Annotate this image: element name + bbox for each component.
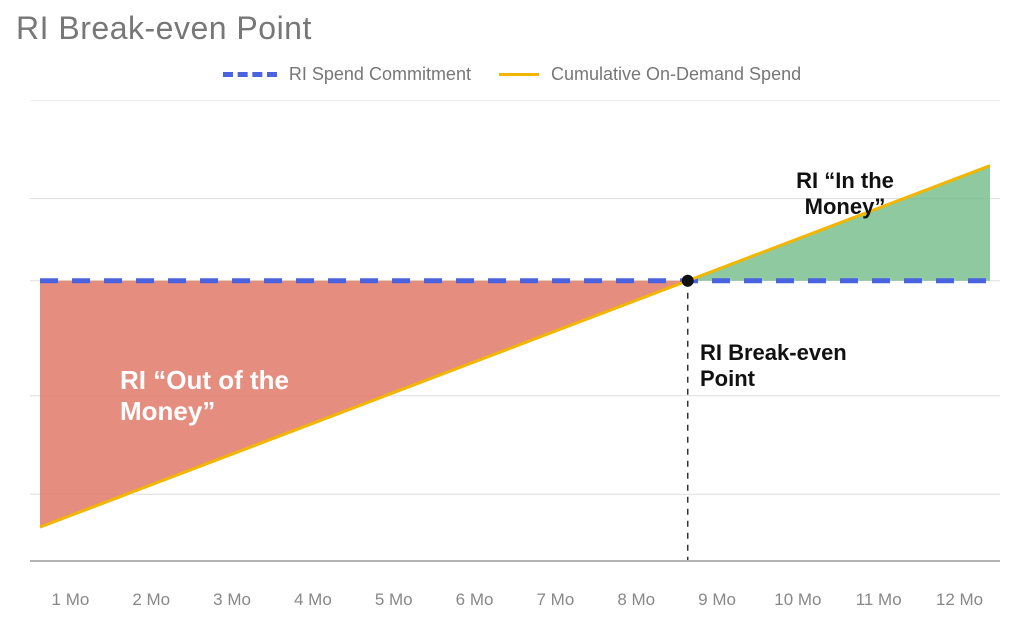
legend-item-ondemand: Cumulative On-Demand Spend	[499, 64, 801, 85]
x-tick-label: 9 Mo	[677, 590, 758, 610]
x-tick-label: 2 Mo	[111, 590, 192, 610]
chart-legend: RI Spend Commitment Cumulative On-Demand…	[0, 64, 1024, 85]
solid-swatch-icon	[499, 73, 539, 76]
x-tick-label: 3 Mo	[192, 590, 273, 610]
annotation-out-of-money: RI “Out of the Money”	[120, 365, 320, 427]
annotation-break-even: RI Break-even Point	[700, 340, 900, 393]
legend-label-commit: RI Spend Commitment	[289, 64, 471, 85]
x-tick-label: 4 Mo	[272, 590, 353, 610]
x-tick-label: 8 Mo	[596, 590, 677, 610]
annotation-in-the-money: RI “In the Money”	[780, 168, 910, 221]
x-tick-label: 7 Mo	[515, 590, 596, 610]
x-tick-label: 12 Mo	[919, 590, 1000, 610]
x-tick-label: 11 Mo	[838, 590, 919, 610]
x-tick-label: 10 Mo	[757, 590, 838, 610]
dash-swatch-icon	[223, 72, 277, 77]
x-tick-label: 1 Mo	[30, 590, 111, 610]
chart-title: RI Break-even Point	[16, 10, 312, 47]
x-axis-labels: 1 Mo2 Mo3 Mo4 Mo5 Mo6 Mo7 Mo8 Mo9 Mo10 M…	[30, 590, 1000, 610]
legend-label-ondemand: Cumulative On-Demand Spend	[551, 64, 801, 85]
legend-item-commit: RI Spend Commitment	[223, 64, 471, 85]
x-tick-label: 5 Mo	[353, 590, 434, 610]
x-tick-label: 6 Mo	[434, 590, 515, 610]
